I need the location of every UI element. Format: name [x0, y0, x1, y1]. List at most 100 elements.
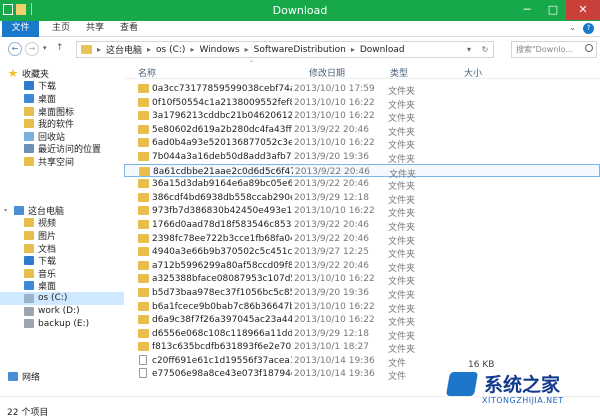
- sidebar-label: 音乐: [38, 269, 57, 280]
- sidebar-item-my-software[interactable]: 我的软件: [0, 117, 124, 130]
- file-row[interactable]: b6a1fcece9b0bab7c86b36647b7f6a572013/10/…: [124, 300, 600, 315]
- file-row[interactable]: 36a15d3dab9164e6a89bc05e6ce1a8152013/9/2…: [124, 177, 600, 192]
- file-row[interactable]: 4940a3e66b9b370502c5c451cfa0435d2013/9/2…: [124, 245, 600, 260]
- tab-share[interactable]: 共享: [86, 21, 104, 37]
- file-name: f813c635bcdfb631893f6e2e703823c: [152, 342, 292, 353]
- sidebar-item-pc-downloads[interactable]: 下载: [0, 254, 124, 267]
- address-bar[interactable]: ▸ 这台电脑 ▸ os (C:) ▸ Windows ▸ SoftwareDis…: [76, 41, 494, 58]
- breadcrumb-separator: ▸: [350, 45, 355, 54]
- sidebar-label: work (D:): [38, 306, 80, 317]
- watermark-subtitle: XITONGZHIJIA.NET: [482, 396, 564, 405]
- folder-icon: [138, 342, 149, 352]
- column-headers: ⌃ 名称 修改日期 类型 大小: [124, 60, 600, 79]
- sidebar-item-downloads[interactable]: 下载: [0, 80, 124, 93]
- file-name: 5e80602d619a2b280dc4fa43ff1cdf17: [152, 124, 292, 135]
- file-name: a325388bface08087953c107d57c7a10: [152, 274, 292, 285]
- window-title: Download: [272, 4, 328, 17]
- file-date: 2013/10/10 16:22: [294, 111, 375, 122]
- file-row[interactable]: a712b5996299a80af58ccd09f896824a2013/9/2…: [124, 259, 600, 274]
- file-name: 973fb7d386830b42450e493e19b6eadc: [152, 206, 292, 217]
- sidebar-item-network[interactable]: 网络: [0, 370, 124, 383]
- tab-file[interactable]: 文件: [2, 21, 39, 37]
- ribbon-expand-icon[interactable]: ⌄: [569, 23, 576, 32]
- file-row[interactable]: a325388bface08087953c107d57c7a102013/10/…: [124, 272, 600, 287]
- folder-icon: [24, 156, 34, 166]
- sidebar-item-pictures[interactable]: 图片: [0, 229, 124, 242]
- up-button[interactable]: ↑: [56, 43, 64, 53]
- search-input[interactable]: 搜索"Downlo...: [511, 41, 597, 58]
- title-bar: Download ─ □ ✕: [0, 0, 600, 21]
- refresh-icon[interactable]: ↻: [477, 42, 493, 57]
- file-row[interactable]: 8a61cdbbe21aae2c0d6d5c6f47075cb52013/9/2…: [124, 163, 600, 180]
- sidebar-label: 共享空间: [38, 157, 75, 168]
- column-header-date[interactable]: 修改日期: [309, 66, 345, 79]
- file-row[interactable]: 0f10f50554c1a2138009552fef8240332013/10/…: [124, 96, 600, 111]
- file-date: 2013/9/22 20:46: [294, 233, 369, 244]
- breadcrumb-this-pc[interactable]: 这台电脑: [106, 43, 142, 56]
- file-row[interactable]: d6556e068c108c118966a11dd96b66082013/9/2…: [124, 327, 600, 342]
- file-row[interactable]: 973fb7d386830b42450e493e19b6eadc2013/10/…: [124, 204, 600, 219]
- file-row[interactable]: 2398fc78ee722b3cce1fb68fa047f6732013/9/2…: [124, 232, 600, 247]
- desktop-icon: [24, 281, 34, 291]
- file-row[interactable]: 0a3cc73177859599038cebf74ad50782013/10/1…: [124, 82, 600, 97]
- sidebar-label: backup (E:): [38, 318, 90, 329]
- sidebar-item-recent-places[interactable]: 最近访问的位置: [0, 143, 124, 155]
- folder-icon: [24, 119, 34, 129]
- recent-locations-dropdown[interactable]: ▾: [43, 44, 47, 52]
- breadcrumb-os-c[interactable]: os (C:): [156, 45, 185, 55]
- search-icon[interactable]: [585, 44, 593, 52]
- file-date: 2013/9/20 19:36: [294, 287, 369, 298]
- tab-home[interactable]: 主页: [52, 21, 70, 37]
- drive-icon: [24, 293, 34, 303]
- file-row[interactable]: f813c635bcdfb631893f6e2e703823c2013/10/1…: [124, 340, 600, 355]
- file-row[interactable]: 1766d0aad78d18f583546c85357aa6cc2013/9/2…: [124, 218, 600, 233]
- file-row[interactable]: d6a9c38f7f26a397045ac23a44c8d3602013/10/…: [124, 313, 600, 328]
- address-dropdown-icon[interactable]: ▾: [461, 42, 477, 57]
- back-button[interactable]: ←: [8, 42, 22, 56]
- file-date: 2013/9/29 12:18: [294, 192, 369, 203]
- sidebar-item-recycle-bin[interactable]: 回收站: [0, 130, 124, 143]
- sidebar-item-documents[interactable]: 文档: [0, 242, 124, 255]
- column-header-size[interactable]: 大小: [464, 66, 482, 79]
- column-header-type[interactable]: 类型: [390, 66, 408, 79]
- window-controls: ─ □ ✕: [514, 0, 600, 20]
- sidebar-label: 下载: [38, 82, 57, 93]
- file-row[interactable]: 386cdf4bd6938db558ccab290ec3c6742013/9/2…: [124, 191, 600, 206]
- breadcrumb-softwaredistribution[interactable]: SoftwareDistribution: [254, 45, 346, 55]
- sidebar-item-shared-space[interactable]: 共享空间: [0, 155, 124, 168]
- sidebar-item-videos[interactable]: 视频: [0, 217, 124, 229]
- tab-view[interactable]: 查看: [120, 21, 138, 37]
- collapse-icon[interactable]: ▾: [4, 207, 7, 214]
- file-date: 2013/10/10 16:22: [294, 301, 375, 312]
- sidebar-item-favorites[interactable]: 收藏夹: [0, 67, 124, 80]
- file-date: 2013/10/10 16:22: [294, 138, 375, 149]
- file-row[interactable]: 5e80602d619a2b280dc4fa43ff1cdf172013/9/2…: [124, 123, 600, 138]
- file-date: 2013/9/22 20:46: [294, 260, 369, 271]
- help-icon[interactable]: ?: [583, 23, 594, 34]
- sidebar-item-this-pc[interactable]: ▾ 这台电脑: [0, 204, 124, 217]
- minimize-button[interactable]: ─: [514, 0, 540, 20]
- breadcrumb-separator: ▸: [190, 45, 195, 54]
- sidebar-label: os (C:): [38, 293, 68, 304]
- sidebar-item-drive-c[interactable]: os (C:): [0, 292, 124, 305]
- file-name: e77506e98a8ce43e073f18794ee8197...: [152, 369, 292, 380]
- column-header-name[interactable]: 名称: [138, 66, 156, 79]
- file-name: b5d73baa978ec37f1056bc5c85d18628: [152, 287, 292, 298]
- breadcrumb-windows[interactable]: Windows: [199, 45, 239, 55]
- sidebar-item-drive-d[interactable]: work (D:): [0, 305, 124, 318]
- breadcrumb-download[interactable]: Download: [360, 45, 405, 55]
- sidebar-item-desktop-icons[interactable]: 桌面图标: [0, 105, 124, 118]
- file-row[interactable]: 7b044a3a16deb50d8add3afb72fe7c182013/9/2…: [124, 150, 600, 165]
- folder-icon: [138, 206, 149, 216]
- file-row[interactable]: 6ad0b4a93e520136877052c3e49832302013/10/…: [124, 136, 600, 151]
- file-row[interactable]: b5d73baa978ec37f1056bc5c85d186282013/9/2…: [124, 286, 600, 301]
- sidebar-item-drive-e[interactable]: backup (E:): [0, 317, 124, 330]
- folder-icon: [138, 219, 149, 229]
- forward-button[interactable]: →: [25, 42, 39, 56]
- close-button[interactable]: ✕: [566, 0, 600, 20]
- file-row[interactable]: 3a1796213cddbc21b04620612 5c0c2c12013/10…: [124, 109, 600, 124]
- sidebar-item-desktop[interactable]: 桌面: [0, 92, 124, 105]
- sidebar-item-pc-desktop[interactable]: 桌面: [0, 280, 124, 292]
- sidebar-item-music[interactable]: 音乐: [0, 267, 124, 280]
- maximize-button[interactable]: □: [540, 0, 566, 20]
